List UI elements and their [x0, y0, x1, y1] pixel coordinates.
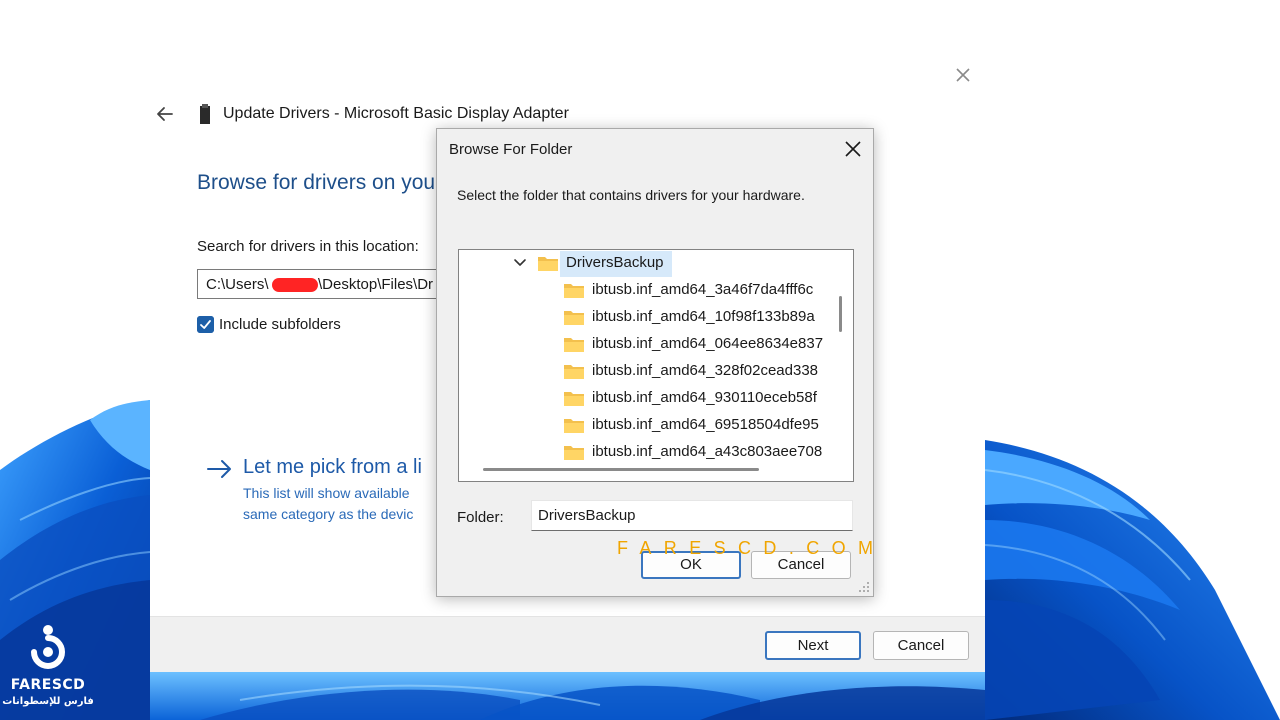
tree-item-label: ibtusb.inf_amd64_930110eceb58f	[592, 389, 817, 406]
close-icon[interactable]	[950, 62, 976, 88]
cancel-button[interactable]: Cancel	[873, 631, 969, 660]
let-me-pick-link[interactable]: Let me pick from a li	[243, 456, 422, 479]
search-location-label: Search for drivers in this location:	[197, 238, 419, 255]
tree-item-label: ibtusb.inf_amd64_69518504dfe95	[592, 416, 819, 433]
window-title: Update Drivers - Microsoft Basic Display…	[223, 105, 569, 122]
folder-tree[interactable]: DriversBackup ibtusb.inf_amd64_3a46f7da4…	[458, 249, 854, 482]
logo-name: FARESCD	[10, 677, 86, 693]
device-icon	[200, 104, 210, 124]
tree-item-label: ibtusb.inf_amd64_064ee8634e837	[592, 335, 824, 352]
redacted-username	[272, 278, 318, 292]
tree-item[interactable]: ibtusb.inf_amd64_930110eceb58f	[459, 385, 831, 412]
vertical-scrollbar-thumb[interactable]	[839, 296, 842, 332]
folder-icon	[564, 284, 584, 298]
folder-icon	[564, 338, 584, 352]
path-prefix: C:\Users\	[206, 276, 269, 293]
tree-item[interactable]: ibtusb.inf_amd64_064ee8634e837	[459, 331, 831, 358]
let-me-pick-description: This list will show available	[243, 485, 410, 501]
folder-icon	[564, 392, 584, 406]
let-me-pick-description-2: same category as the devic	[243, 506, 414, 522]
resize-grip-icon[interactable]	[857, 580, 871, 594]
include-subfolders-label: Include subfolders	[219, 316, 341, 333]
folder-icon	[564, 446, 584, 460]
arrow-right-icon	[207, 460, 231, 478]
path-suffix: \Desktop\Files\Dr	[318, 276, 434, 293]
hscroll-track[interactable]	[459, 460, 853, 481]
horizontal-scrollbar-thumb[interactable]	[483, 468, 759, 471]
next-button[interactable]: Next	[765, 631, 861, 660]
folder-input-value: DriversBackup	[538, 507, 636, 524]
back-arrow-icon[interactable]	[154, 104, 176, 124]
chevron-down-icon[interactable]	[513, 256, 527, 270]
dialog-instruction: Select the folder that contains drivers …	[457, 187, 805, 203]
screen: FARESCD فارس للإسطوانات Update Drivers -…	[0, 0, 1280, 720]
driver-path-input[interactable]: C:\Users\ \Desktop\Files\Dr	[197, 269, 457, 299]
folder-icon	[564, 311, 584, 325]
folder-icon	[538, 257, 558, 271]
tree-item-label: ibtusb.inf_amd64_328f02cead338	[592, 362, 819, 379]
dialog-title: Browse For Folder	[449, 141, 573, 158]
browse-for-folder-dialog: Browse For Folder Select the folder that…	[436, 128, 874, 597]
tree-item-label: ibtusb.inf_amd64_a43c803aee708	[592, 443, 823, 460]
tree-item[interactable]: ibtusb.inf_amd64_328f02cead338	[459, 358, 831, 385]
tree-item[interactable]: ibtusb.inf_amd64_3a46f7da4fff6c	[459, 277, 831, 304]
tree-item-label: ibtusb.inf_amd64_3a46f7da4fff6c	[592, 281, 814, 298]
tree-item-label: ibtusb.inf_amd64_10f98f133b89a	[592, 308, 815, 325]
folder-icon	[564, 419, 584, 433]
dialog-close-icon[interactable]	[843, 139, 863, 159]
tree-item-label: DriversBackup	[566, 254, 664, 271]
tree-item-selected[interactable]: DriversBackup	[459, 250, 831, 277]
tree-item[interactable]: ibtusb.inf_amd64_10f98f133b89a	[459, 304, 831, 331]
farescd-logo-icon	[31, 625, 65, 669]
folder-input[interactable]: DriversBackup	[531, 500, 853, 531]
folder-field-label: Folder:	[457, 509, 504, 526]
tree-item[interactable]: ibtusb.inf_amd64_69518504dfe95	[459, 412, 831, 439]
site-watermark: FARESCD.COM	[617, 538, 886, 558]
folder-icon	[564, 365, 584, 379]
page-heading: Browse for drivers on you	[197, 171, 436, 194]
logo-tagline: فارس للإسطوانات	[2, 696, 94, 707]
include-subfolders-checkbox[interactable]	[197, 316, 214, 333]
